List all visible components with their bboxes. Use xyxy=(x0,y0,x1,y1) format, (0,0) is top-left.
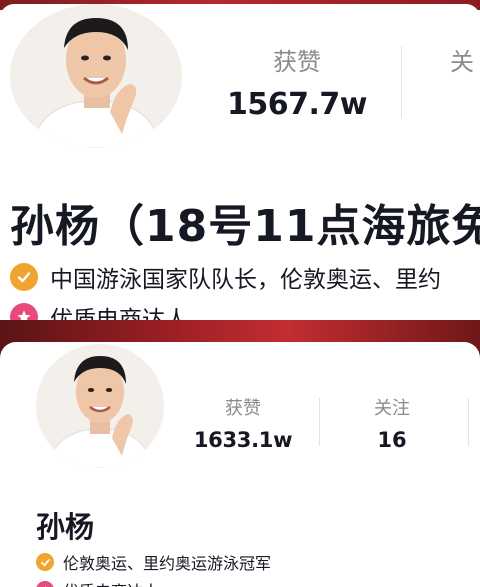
likes-count: 1633.1w xyxy=(193,428,293,452)
quality-description: 优质电商达人 xyxy=(50,307,188,320)
verified-badge-line: 中国游泳国家队队长，伦敦奥运、里约 xyxy=(10,260,441,294)
verified-description: 伦敦奥运、里约奥运游泳冠军 xyxy=(63,554,272,573)
following-stat[interactable]: 关 xyxy=(450,42,480,77)
likes-stat[interactable]: 获赞 1633.1w xyxy=(188,394,298,452)
profile-name: 孙杨 xyxy=(36,510,95,544)
profile-header-capture-new: 获赞 1633.1w 关注 16 孙杨 伦敦奥运、里约奥运游泳冠军 优质电 xyxy=(0,320,480,587)
profile-name: 孙杨（18号11点海旅免 xyxy=(10,201,480,252)
stat-divider xyxy=(401,46,402,118)
quality-description: 优质电商达人 xyxy=(63,578,159,587)
avatar-photo xyxy=(36,344,164,468)
likes-count: 1567.7w xyxy=(227,87,367,122)
verified-check-icon xyxy=(10,263,38,291)
profile-card: 获赞 1633.1w 关注 16 孙杨 伦敦奥运、里约奥运游泳冠军 优质电 xyxy=(0,342,480,587)
profile-card: 获赞 1567.7w 关 孙杨（18号11点海旅免 中国游泳国家队队长，伦敦奥运… xyxy=(0,4,480,320)
quality-star-icon xyxy=(36,581,54,587)
likes-label: 获赞 xyxy=(225,398,261,419)
verified-description: 中国游泳国家队队长，伦敦奥运、里约 xyxy=(50,267,441,293)
following-stat[interactable]: 关注 16 xyxy=(344,394,440,452)
stat-divider xyxy=(319,398,320,446)
avatar[interactable] xyxy=(10,4,182,148)
screenshot-collage: 获赞 1567.7w 关 孙杨（18号11点海旅免 中国游泳国家队队长，伦敦奥运… xyxy=(0,0,480,587)
quality-badge-line: 优质电商达人 xyxy=(36,578,159,587)
following-label: 关 xyxy=(450,48,474,76)
verified-badge-line: 伦敦奥运、里约奥运游泳冠军 xyxy=(36,550,271,574)
avatar-photo xyxy=(10,4,182,148)
quality-star-icon xyxy=(10,303,38,320)
avatar[interactable] xyxy=(36,344,164,468)
following-label: 关注 xyxy=(374,398,410,419)
likes-stat[interactable]: 获赞 1567.7w xyxy=(222,42,372,122)
likes-label: 获赞 xyxy=(273,48,321,76)
verified-check-icon xyxy=(36,553,54,571)
stat-divider xyxy=(468,398,469,446)
profile-header-capture-old: 获赞 1567.7w 关 孙杨（18号11点海旅免 中国游泳国家队队长，伦敦奥运… xyxy=(0,0,480,320)
quality-badge-line: 优质电商达人 xyxy=(10,300,188,320)
following-count: 16 xyxy=(377,428,407,452)
